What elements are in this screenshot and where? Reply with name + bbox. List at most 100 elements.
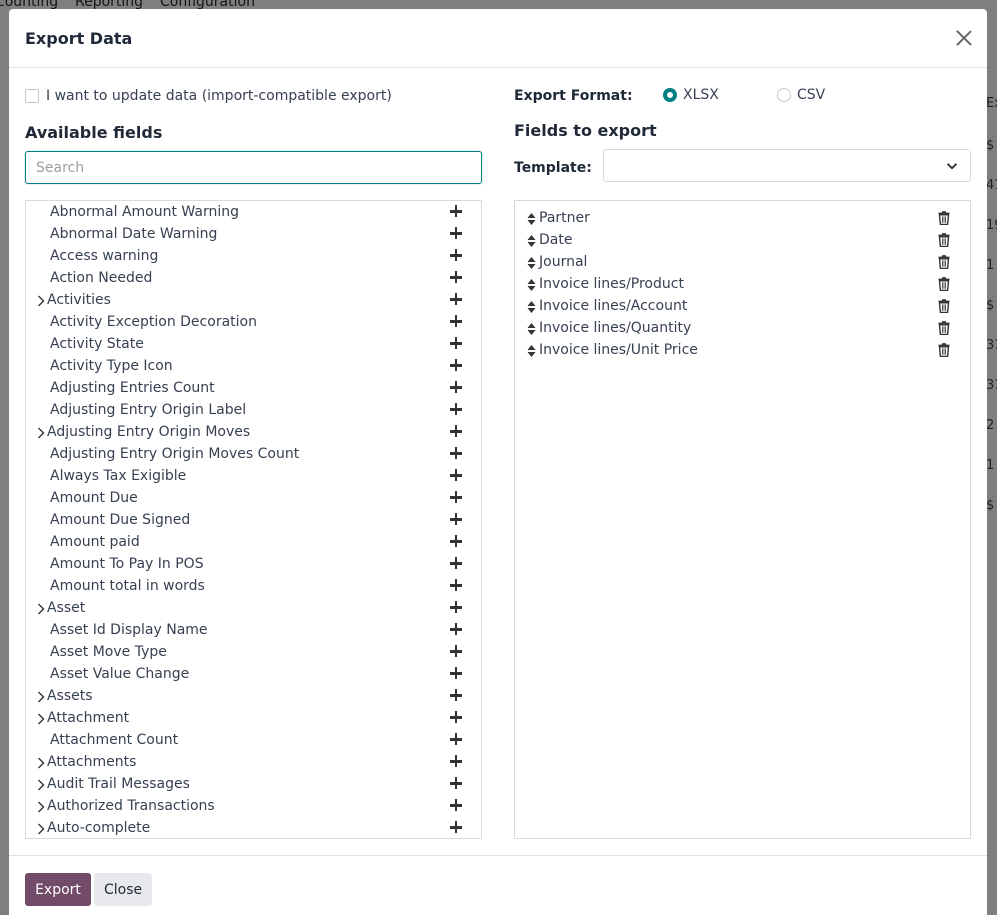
available-field-row[interactable]: Attachments bbox=[26, 752, 481, 774]
chevron-right-icon[interactable] bbox=[36, 778, 46, 792]
available-field-label[interactable]: Abnormal Amount Warning bbox=[50, 204, 239, 220]
add-field-icon[interactable] bbox=[450, 777, 462, 789]
available-field-row[interactable]: Asset Move Type bbox=[26, 642, 481, 664]
available-field-row[interactable]: Attachment Count bbox=[26, 730, 481, 752]
add-field-icon[interactable] bbox=[450, 535, 462, 547]
available-field-row[interactable]: Always Tax Exigible bbox=[26, 466, 481, 488]
export-field-row[interactable]: Date bbox=[515, 231, 970, 253]
add-field-icon[interactable] bbox=[450, 491, 462, 503]
chevron-right-icon[interactable] bbox=[36, 822, 46, 836]
add-field-icon[interactable] bbox=[450, 733, 462, 745]
available-field-label[interactable]: Assets bbox=[47, 688, 93, 704]
add-field-icon[interactable] bbox=[450, 755, 462, 767]
add-field-icon[interactable] bbox=[450, 711, 462, 723]
export-field-row[interactable]: Invoice lines/Account bbox=[515, 297, 970, 319]
chevron-right-icon[interactable] bbox=[36, 712, 46, 726]
available-field-label[interactable]: Attachment bbox=[47, 710, 129, 726]
available-field-row[interactable]: Access warning bbox=[26, 246, 481, 268]
import-compatible-option[interactable]: I want to update data (import-compatible… bbox=[25, 88, 392, 104]
format-option-xlsx[interactable]: XLSX bbox=[663, 87, 719, 103]
trash-icon[interactable] bbox=[938, 211, 950, 226]
trash-icon[interactable] bbox=[938, 233, 950, 248]
import-compatible-checkbox[interactable] bbox=[25, 89, 39, 103]
drag-handle-icon[interactable] bbox=[527, 234, 536, 248]
trash-icon[interactable] bbox=[938, 343, 950, 358]
available-field-label[interactable]: Attachments bbox=[47, 754, 136, 770]
xlsx-radio[interactable] bbox=[663, 88, 677, 102]
export-field-row[interactable]: Partner bbox=[515, 209, 970, 231]
available-field-row[interactable]: Asset Value Change bbox=[26, 664, 481, 686]
available-field-row[interactable]: Attachment bbox=[26, 708, 481, 730]
available-field-label[interactable]: Amount To Pay In POS bbox=[50, 556, 204, 572]
csv-radio[interactable] bbox=[777, 88, 791, 102]
add-field-icon[interactable] bbox=[450, 579, 462, 591]
import-compatible-label[interactable]: I want to update data (import-compatible… bbox=[46, 88, 392, 104]
available-field-row[interactable]: Action Needed bbox=[26, 268, 481, 290]
chevron-right-icon[interactable] bbox=[36, 426, 46, 440]
search-input[interactable] bbox=[25, 151, 482, 184]
available-field-row[interactable]: Abnormal Amount Warning bbox=[26, 202, 481, 224]
available-field-label[interactable]: Asset Move Type bbox=[50, 644, 167, 660]
available-field-row[interactable]: Activity Exception Decoration bbox=[26, 312, 481, 334]
available-field-label[interactable]: Adjusting Entries Count bbox=[50, 380, 215, 396]
available-field-row[interactable]: Activities bbox=[26, 290, 481, 312]
drag-handle-icon[interactable] bbox=[527, 278, 536, 292]
add-field-icon[interactable] bbox=[450, 623, 462, 635]
template-select[interactable] bbox=[603, 149, 971, 182]
available-field-label[interactable]: Amount Due bbox=[50, 490, 138, 506]
available-field-row[interactable]: Amount paid bbox=[26, 532, 481, 554]
available-field-label[interactable]: Amount Due Signed bbox=[50, 512, 190, 528]
drag-handle-icon[interactable] bbox=[527, 322, 536, 336]
add-field-icon[interactable] bbox=[450, 645, 462, 657]
add-field-icon[interactable] bbox=[450, 293, 462, 305]
add-field-icon[interactable] bbox=[450, 359, 462, 371]
drag-handle-icon[interactable] bbox=[527, 300, 536, 314]
available-field-label[interactable]: Amount paid bbox=[50, 534, 140, 550]
available-fields-list[interactable]: Abnormal Amount Warning Abnormal Date War… bbox=[25, 200, 482, 839]
available-field-row[interactable]: Adjusting Entry Origin Moves Count bbox=[26, 444, 481, 466]
add-field-icon[interactable] bbox=[450, 205, 462, 217]
add-field-icon[interactable] bbox=[450, 447, 462, 459]
available-field-label[interactable]: Asset Value Change bbox=[50, 666, 189, 682]
available-field-label[interactable]: Activity State bbox=[50, 336, 144, 352]
available-field-label[interactable]: Amount total in words bbox=[50, 578, 205, 594]
close-icon[interactable] bbox=[954, 28, 974, 48]
add-field-icon[interactable] bbox=[450, 469, 462, 481]
available-field-row[interactable]: Amount To Pay In POS bbox=[26, 554, 481, 576]
xlsx-label[interactable]: XLSX bbox=[683, 87, 719, 103]
trash-icon[interactable] bbox=[938, 255, 950, 270]
drag-handle-icon[interactable] bbox=[527, 344, 536, 358]
add-field-icon[interactable] bbox=[450, 227, 462, 239]
trash-icon[interactable] bbox=[938, 299, 950, 314]
available-field-label[interactable]: Abnormal Date Warning bbox=[50, 226, 217, 242]
export-field-row[interactable]: Journal bbox=[515, 253, 970, 275]
add-field-icon[interactable] bbox=[450, 381, 462, 393]
chevron-right-icon[interactable] bbox=[36, 800, 46, 814]
add-field-icon[interactable] bbox=[450, 513, 462, 525]
add-field-icon[interactable] bbox=[450, 821, 462, 833]
export-field-row[interactable]: Invoice lines/Unit Price bbox=[515, 341, 970, 363]
add-field-icon[interactable] bbox=[450, 799, 462, 811]
add-field-icon[interactable] bbox=[450, 667, 462, 679]
drag-handle-icon[interactable] bbox=[527, 212, 536, 226]
available-field-label[interactable]: Asset bbox=[47, 600, 85, 616]
available-field-label[interactable]: Access warning bbox=[50, 248, 158, 264]
available-field-row[interactable]: Amount Due bbox=[26, 488, 481, 510]
available-field-row[interactable]: Adjusting Entry Origin Moves bbox=[26, 422, 481, 444]
available-field-label[interactable]: Authorized Transactions bbox=[47, 798, 215, 814]
chevron-right-icon[interactable] bbox=[36, 756, 46, 770]
available-field-row[interactable]: Amount total in words bbox=[26, 576, 481, 598]
add-field-icon[interactable] bbox=[450, 601, 462, 613]
available-field-label[interactable]: Adjusting Entry Origin Label bbox=[50, 402, 246, 418]
available-field-row[interactable]: Authorized Transactions bbox=[26, 796, 481, 818]
add-field-icon[interactable] bbox=[450, 557, 462, 569]
trash-icon[interactable] bbox=[938, 277, 950, 292]
available-field-label[interactable]: Activity Exception Decoration bbox=[50, 314, 257, 330]
available-field-label[interactable]: Adjusting Entry Origin Moves Count bbox=[50, 446, 299, 462]
available-field-row[interactable]: Adjusting Entries Count bbox=[26, 378, 481, 400]
available-field-row[interactable]: Amount Due Signed bbox=[26, 510, 481, 532]
available-field-label[interactable]: Audit Trail Messages bbox=[47, 776, 190, 792]
chevron-right-icon[interactable] bbox=[36, 690, 46, 704]
available-field-row[interactable]: Asset bbox=[26, 598, 481, 620]
available-field-label[interactable]: Auto-complete bbox=[47, 820, 150, 836]
